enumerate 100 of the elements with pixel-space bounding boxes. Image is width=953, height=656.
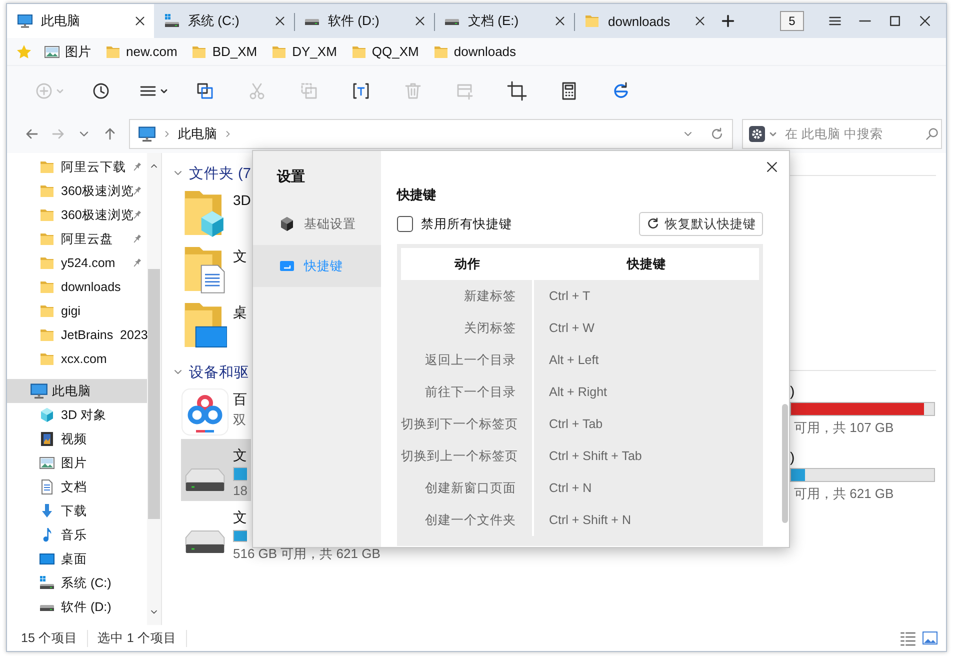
shortcut-cell-text: Alt + Left [548,353,600,367]
pin-icon [131,209,143,221]
sidebar-item[interactable]: 阿里云盘 [7,227,147,251]
sidebar-item[interactable]: JetBrains 2023 [7,323,147,347]
plus-circle-icon [34,80,54,100]
tab[interactable]: 文档 (E:) [434,4,574,38]
sidebar-item[interactable]: 软件 (D:) [7,595,147,619]
sidebar-item[interactable]: 桌面 [7,547,147,571]
column-header: 动作 [453,256,482,272]
action-cell: 返回上一个目录 [401,344,534,376]
computer-icon [17,13,33,29]
bookmark[interactable]: new.com [105,44,178,60]
sidebar-item[interactable]: 3D 对象 [7,403,147,427]
search-field[interactable]: 在 此电脑 中搜索 [742,119,942,149]
sidebar-item[interactable]: 此电脑 [7,379,147,403]
sidebar-item[interactable]: 系统 (C:) [7,571,147,595]
address-bar[interactable]: 此电脑 [129,119,733,149]
tab[interactable]: 软件 (D:) [294,4,434,38]
sidebar-item[interactable]: xcx.com [7,347,147,371]
sidebar-item[interactable]: 音乐 [7,523,147,547]
dialog-title: 设置 [276,167,306,186]
picture-icon [39,455,55,471]
close-icon [554,15,566,27]
breadcrumb[interactable]: 此电脑 [178,125,217,143]
pin-icon [131,185,143,197]
computer-icon [138,125,156,143]
bookmark[interactable]: 图片 [44,42,91,60]
status-text: 选中 1 个项目 [88,630,188,646]
folder-icon [39,207,55,223]
tab-count-button[interactable]: 5 [780,11,804,31]
drive-space: 可用，共 107 GB [793,419,895,437]
scrollbar-thumb[interactable] [148,269,160,519]
action-cell: 创建一个文件夹 [401,504,534,536]
document-icon [39,479,55,495]
sidebar-item[interactable]: downloads [7,275,147,299]
action-cell: 关闭标签 [401,312,534,344]
maximize-icon [888,14,902,28]
sidebar-item[interactable]: 360极速浏览 [7,179,147,203]
bookmark[interactable]: QQ_XM [350,44,419,60]
file-tile[interactable]: 文 18 [181,439,251,501]
tab[interactable]: downloads [574,4,714,38]
picture-icon [44,44,60,60]
folder-icon [39,279,55,295]
file-tile[interactable]: 3D [181,184,251,240]
refresh-icon [710,127,724,141]
section-heading: 文件夹 (7 [189,164,251,182]
status-text: 15 个项目 [7,630,88,646]
reset-button[interactable]: 恢复默认快捷键 [639,212,763,236]
plus-icon [721,14,735,28]
file-tile[interactable]: 文 516 GB 可用，共 621 GB [181,501,380,563]
action-cell: 创建新窗口页面 [401,472,534,504]
shortcut-cell-text: Ctrl + W [548,321,596,335]
film-icon [39,431,55,447]
checkbox[interactable]: 禁用所有快捷键 [397,216,512,232]
close-tab-button[interactable] [274,15,286,27]
tab[interactable]: 系统 (C:) [154,4,294,38]
bookmark[interactable]: BD_XM [191,44,258,60]
squares-icon [195,80,215,100]
sidebar-item[interactable]: 360极速浏览 [7,203,147,227]
column-header: 快捷键 [625,256,667,272]
action-cell: 切换到上一个标签页 [401,440,534,472]
file-tile[interactable]: 桌 [181,296,251,352]
folder-icon [432,44,449,60]
shortcut-cell-text: Ctrl + N [548,481,593,495]
folder-icon [584,13,600,29]
shortcut-cell-text: Ctrl + T [548,289,592,303]
file-tile[interactable]: 百 双 [181,383,251,439]
tab[interactable]: 此电脑 [7,4,154,38]
close-tab-button[interactable] [694,15,706,27]
shortcut-cell-text: Ctrl + Shift + Tab [548,449,643,463]
search-input[interactable]: 在 此电脑 中搜索 [781,127,921,141]
bookmark[interactable]: downloads [432,44,516,60]
pin-icon [131,161,143,173]
file-tile[interactable]: 文 [181,240,251,296]
close-tab-button[interactable] [554,15,566,27]
sidebar-item[interactable]: 图片 [7,451,147,475]
scissors-icon [247,80,267,100]
settings-nav-item[interactable]: 基础设置 [253,203,381,245]
desktop-icon [39,551,55,567]
checkbox-box[interactable] [397,216,413,232]
sidebar-item[interactable]: gigi [7,299,147,323]
cube-icon [39,407,55,423]
sidebar-item[interactable]: 文档 [7,475,147,499]
close-button[interactable] [765,160,779,174]
drive-space: 可用，共 621 GB [793,485,895,503]
sidebar-item[interactable]: 视频 [7,427,147,451]
close-icon [694,15,706,27]
close-tab-button[interactable] [134,15,146,27]
bookmark[interactable]: DY_XM [271,44,337,60]
details-view-button[interactable] [900,630,916,646]
sidebar-item[interactable]: 下载 [7,499,147,523]
caret-icon [769,130,777,138]
sidebar-item[interactable]: y524.com [7,251,147,275]
scrollbar-thumb[interactable] [782,404,788,523]
close-tab-button[interactable] [414,15,426,27]
reset-icon [646,217,660,231]
drive-name: ) [790,383,796,399]
sidebar-item[interactable]: 阿里云下载 [7,155,147,179]
large-icons-view-button[interactable] [922,630,938,646]
folder-icon [39,255,55,271]
